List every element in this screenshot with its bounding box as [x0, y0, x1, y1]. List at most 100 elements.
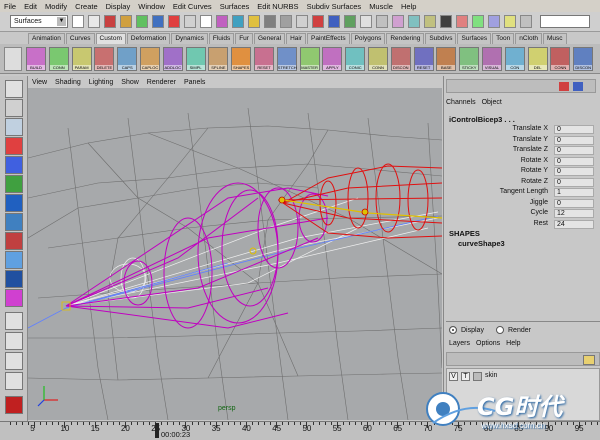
shelf-tab-dynamics[interactable]: Dynamics	[171, 33, 208, 44]
single-pane-icon[interactable]	[5, 312, 23, 330]
shelf-button-caploc[interactable]: CAPLOC	[140, 47, 160, 71]
attribute-value[interactable]: 0	[554, 198, 594, 208]
shelf-tab-subdivs[interactable]: Subdivs	[425, 33, 457, 44]
shelf-button-param[interactable]: PARAM	[71, 47, 92, 71]
layer-menu-help[interactable]: Help	[506, 340, 520, 347]
mode-select[interactable]: Surfaces ▼	[10, 15, 68, 28]
shelf-tab-polygons[interactable]: Polygons	[350, 33, 386, 44]
shelf-menu-button[interactable]	[4, 47, 22, 71]
layer-template-toggle[interactable]: T	[461, 372, 470, 381]
status-line-button[interactable]	[392, 15, 404, 28]
shape-name[interactable]: curveShape3	[458, 239, 505, 248]
menu-help[interactable]: Help	[401, 2, 416, 11]
status-line-button[interactable]	[424, 15, 436, 28]
status-line-button[interactable]	[488, 15, 500, 28]
status-line-button[interactable]	[232, 15, 244, 28]
attribute-value[interactable]: 0	[554, 146, 594, 155]
status-line-button[interactable]	[88, 15, 100, 28]
shelf-button-conn[interactable]: CONN	[550, 47, 571, 71]
layout-icon[interactable]	[559, 82, 569, 91]
menu-muscle[interactable]: Muscle	[369, 2, 393, 11]
viewport-menu-show[interactable]: Show	[121, 79, 139, 86]
shelf-button-delete[interactable]: DELETE	[94, 47, 115, 71]
shelf-tab-painteffects[interactable]: PaintEffects	[307, 33, 350, 44]
attribute-row[interactable]: Translate Y 0	[446, 135, 596, 146]
shelf-tab-rendering[interactable]: Rendering	[386, 33, 425, 44]
attribute-row[interactable]: Rotate Y 0	[446, 167, 596, 177]
layer-color-swatch[interactable]	[473, 372, 482, 381]
status-line-button[interactable]	[264, 15, 276, 28]
status-line-button[interactable]	[152, 15, 164, 28]
shelf-button-conn[interactable]: CONN	[368, 47, 388, 71]
menu-edit-curves[interactable]: Edit Curves	[173, 2, 212, 11]
new-layer-icon[interactable]	[583, 355, 595, 365]
channel-menu-channels[interactable]: Channels	[446, 99, 476, 106]
shelf-button-con[interactable]: CON	[504, 47, 525, 71]
paint-icon[interactable]	[5, 289, 23, 307]
scale-tool-icon[interactable]	[5, 175, 23, 193]
channel-menu-object[interactable]: Object	[482, 99, 502, 106]
status-line-button[interactable]	[408, 15, 420, 28]
status-line-button[interactable]	[200, 15, 212, 28]
status-line-button[interactable]	[328, 15, 340, 28]
attribute-value[interactable]: 0	[554, 125, 594, 134]
shelf-tab-fur[interactable]: Fur	[235, 33, 253, 44]
menu-modify[interactable]: Modify	[45, 2, 67, 11]
menu-file[interactable]: File	[4, 2, 16, 11]
attribute-value[interactable]: 0	[554, 135, 594, 145]
soft-mod-icon[interactable]	[5, 213, 23, 231]
attribute-row[interactable]: Rotate X 0	[446, 156, 596, 167]
four-pane-icon[interactable]	[5, 332, 23, 350]
attribute-value[interactable]: 12	[554, 209, 594, 218]
menu-edit[interactable]: Edit	[24, 2, 37, 11]
attribute-value[interactable]: 0	[554, 167, 594, 176]
shelf-button-master[interactable]: MASTER	[299, 47, 320, 71]
menu-edit-nurbs[interactable]: Edit NURBS	[257, 2, 298, 11]
status-line-button[interactable]	[296, 15, 308, 28]
status-line-button[interactable]	[168, 15, 180, 28]
sculpt-icon[interactable]	[5, 270, 23, 288]
manipulator-icon[interactable]	[5, 194, 23, 212]
shelf-tab-animation[interactable]: Animation	[28, 33, 65, 44]
shelf-button-reset[interactable]: RESET	[413, 47, 434, 71]
menu-subdiv-surfaces[interactable]: Subdiv Surfaces	[307, 2, 362, 11]
status-line-button[interactable]	[472, 15, 484, 28]
menu-window[interactable]: Window	[138, 2, 165, 11]
attribute-row[interactable]: Tangent Length 1	[446, 188, 596, 198]
status-line-button[interactable]	[456, 15, 468, 28]
render-view-icon[interactable]	[5, 396, 23, 414]
viewport-menu-lighting[interactable]: Lighting	[89, 79, 114, 86]
status-line-button[interactable]	[216, 15, 228, 28]
attribute-value[interactable]: 0	[554, 177, 594, 187]
menu-create[interactable]: Create	[75, 2, 98, 11]
shelf-tab-fluids[interactable]: Fluids	[208, 33, 235, 44]
attribute-value[interactable]: 1	[554, 188, 594, 197]
shelf-tab-custom[interactable]: Custom	[95, 33, 126, 44]
shelf-button-del[interactable]: DEL	[527, 47, 548, 71]
attribute-value[interactable]: 0	[554, 156, 594, 166]
render-radio[interactable]: Render	[496, 326, 531, 334]
viewport-menu-panels[interactable]: Panels	[184, 79, 205, 86]
viewport-menu-shading[interactable]: Shading	[55, 79, 81, 86]
select-tool-icon[interactable]	[5, 80, 23, 98]
attribute-row[interactable]: Cycle 12	[446, 209, 596, 219]
layer-row-skin[interactable]: V T skin	[449, 372, 569, 382]
status-line-button[interactable]	[280, 15, 292, 28]
shelf-button-spline[interactable]: SPLINE	[208, 47, 229, 71]
show-manip-icon[interactable]	[5, 232, 23, 250]
shelf-button-sticky[interactable]: STICKY	[459, 47, 480, 71]
shelf-button-base[interactable]: BASE	[436, 47, 457, 71]
viewport-menu-renderer[interactable]: Renderer	[147, 79, 176, 86]
layer-menu-layers[interactable]: Layers	[449, 340, 470, 347]
status-line-button[interactable]	[312, 15, 324, 28]
shelf-button-discon[interactable]: DISCON	[573, 47, 594, 71]
layer-menu-options[interactable]: Options	[476, 340, 500, 347]
attribute-row[interactable]: Translate X 0	[446, 125, 596, 135]
menu-surfaces[interactable]: Surfaces	[220, 2, 250, 11]
shelf-tab-deformation[interactable]: Deformation	[126, 33, 171, 44]
layer-visibility-toggle[interactable]: V	[449, 372, 458, 381]
shelf-button-apply[interactable]: APPLY	[322, 47, 343, 71]
shelf-button-caps[interactable]: CAPS	[117, 47, 138, 71]
status-line-button[interactable]	[360, 15, 372, 28]
rotate-tool-icon[interactable]	[5, 156, 23, 174]
